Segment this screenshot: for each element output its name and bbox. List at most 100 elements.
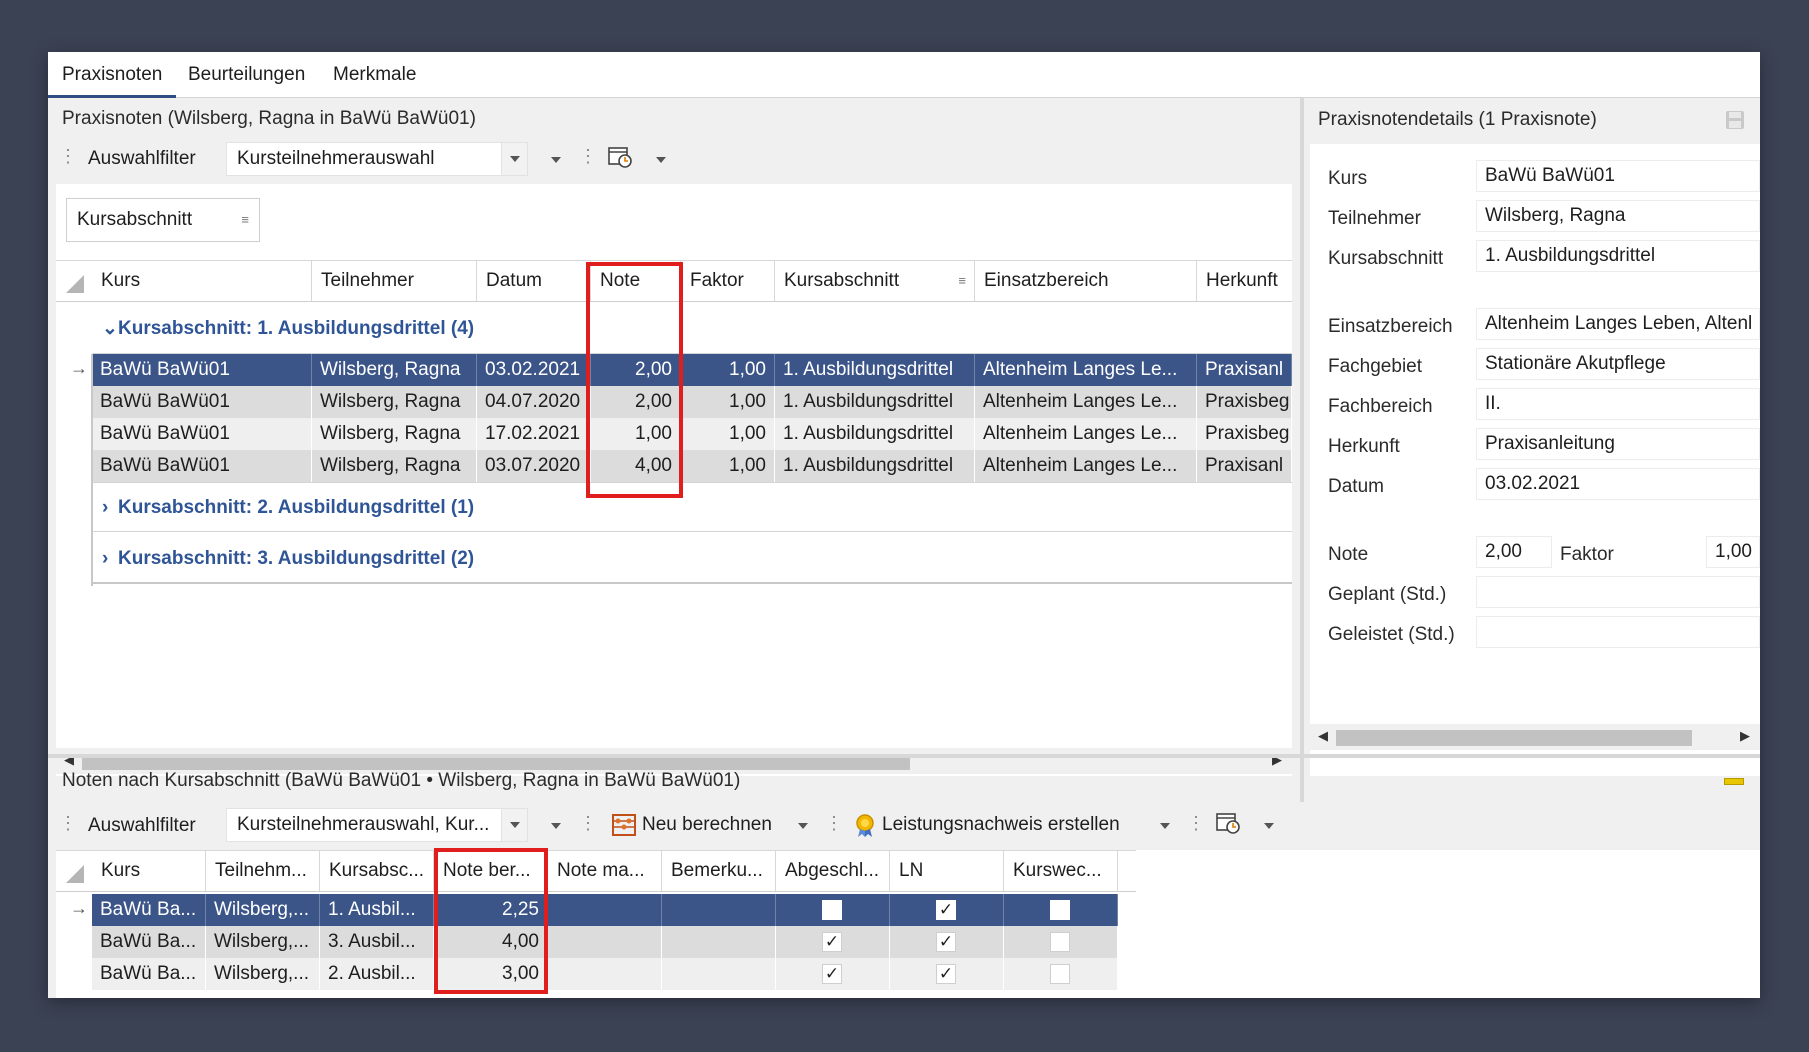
- table-row[interactable]: BaWü Ba... Wilsberg,... 2. Ausbil... 3,0…: [92, 958, 1118, 990]
- panel-splitter[interactable]: [1300, 98, 1304, 802]
- cell-ln: ✓: [890, 894, 1004, 926]
- faktor-field[interactable]: 1,00: [1706, 536, 1760, 568]
- col-header-teilnehmer[interactable]: Teilnehm...: [206, 851, 320, 891]
- cell-abgeschlossen: ✓: [776, 926, 890, 958]
- chevron-down-icon[interactable]: [798, 823, 808, 829]
- tab-praxisnoten[interactable]: Praxisnoten: [48, 52, 177, 98]
- filter-label: Auswahlfilter: [88, 815, 196, 836]
- abgeschlossen-checkbox[interactable]: ✓: [822, 964, 842, 984]
- ln-checkbox[interactable]: ✓: [936, 900, 956, 920]
- col-header-kurs[interactable]: Kurs: [92, 851, 206, 891]
- kurs-field[interactable]: BaWü BaWü01: [1476, 160, 1760, 192]
- col-header-bemerkung[interactable]: Bemerku...: [662, 851, 776, 891]
- table-row[interactable]: BaWü Ba... Wilsberg,... 1. Ausbil... 2,2…: [92, 894, 1118, 926]
- details-form: [1310, 144, 1760, 776]
- group-row-label: Kursabschnitt: 3. Ausbildungsdrittel (2): [118, 548, 475, 569]
- cell-kursabschnitt: 3. Ausbil...: [320, 926, 434, 958]
- layout-settings-icon[interactable]: [608, 146, 634, 170]
- horizontal-splitter[interactable]: [48, 754, 1760, 758]
- save-icon[interactable]: [1725, 110, 1745, 130]
- table-row[interactable]: BaWü BaWü01 Wilsberg, Ragna 03.07.2020 4…: [92, 450, 1292, 482]
- details-horizontal-scrollbar[interactable]: ◀ ▶: [1310, 724, 1760, 750]
- filter-combo-value: Kursteilnehmerauswahl, Kur...: [237, 814, 490, 835]
- grid-corner-icon[interactable]: [66, 275, 84, 293]
- group-row-1[interactable]: ⌄Kursabschnitt: 1. Ausbildungsdrittel (4…: [92, 304, 1292, 354]
- geplant-field[interactable]: [1476, 576, 1760, 608]
- chevron-down-icon[interactable]: ⌄: [92, 304, 118, 354]
- col-header-kurs[interactable]: Kurs: [92, 261, 312, 301]
- col-header-faktor[interactable]: Faktor: [681, 261, 775, 301]
- kursabschnitt-field[interactable]: 1. Ausbildungsdrittel: [1476, 240, 1760, 272]
- group-chip[interactable]: Kursabschnitt ≡: [66, 198, 260, 242]
- cell-note-manuell: [548, 894, 662, 926]
- geleistet-field[interactable]: [1476, 616, 1760, 648]
- scroll-left-icon[interactable]: ◀: [1318, 728, 1328, 744]
- cell-kurs: BaWü Ba...: [92, 958, 206, 990]
- datum-field[interactable]: 03.02.2021: [1476, 468, 1760, 500]
- col-header-kursabschnitt[interactable]: Kursabschnitt ≡: [775, 261, 975, 301]
- einsatzbereich-field[interactable]: Altenheim Langes Leben, Altenl: [1476, 308, 1760, 340]
- fachgebiet-field[interactable]: Stationäre Akutpflege: [1476, 348, 1760, 380]
- group-row-3[interactable]: › Kursabschnitt: 3. Ausbildungsdrittel (2…: [92, 534, 1292, 584]
- note-field[interactable]: 2,00: [1476, 536, 1552, 568]
- scrollbar-thumb[interactable]: [1336, 730, 1692, 746]
- tab-beurteilungen[interactable]: Beurteilungen: [174, 52, 319, 98]
- minimize-icon[interactable]: [1724, 778, 1744, 785]
- table-row[interactable]: BaWü BaWü01 Wilsberg, Ragna 03.02.2021 2…: [92, 354, 1292, 386]
- group-row-2[interactable]: › Kursabschnitt: 2. Ausbildungsdrittel (1…: [92, 482, 1292, 532]
- ln-checkbox[interactable]: ✓: [936, 964, 956, 984]
- col-header-kursabschnitt[interactable]: Kursabsc...: [320, 851, 434, 891]
- herkunft-field[interactable]: Praxisanleitung: [1476, 428, 1760, 460]
- kurswechsel-checkbox[interactable]: [1050, 932, 1070, 952]
- chevron-down-icon[interactable]: [551, 823, 561, 829]
- chevron-down-icon[interactable]: [1264, 823, 1274, 829]
- certificate-icon: [854, 814, 876, 838]
- einsatzbereich-label: Einsatzbereich: [1328, 316, 1453, 337]
- scroll-right-icon[interactable]: ▶: [1740, 728, 1750, 744]
- col-header-note-manuell[interactable]: Note ma...: [548, 851, 662, 891]
- abgeschlossen-checkbox[interactable]: ✓: [822, 932, 842, 952]
- cell-einsatzbereich: Altenheim Langes Le...: [975, 386, 1197, 418]
- filter-combo[interactable]: Kursteilnehmerauswahl, Kur...: [226, 808, 528, 842]
- combo-dropdown-button[interactable]: [501, 143, 527, 175]
- cell-note-manuell: [548, 958, 662, 990]
- col-header-kurswechsel[interactable]: Kurswec...: [1004, 851, 1118, 891]
- col-header-einsatzbereich[interactable]: Einsatzbereich: [975, 261, 1197, 301]
- col-header-herkunft[interactable]: Herkunft: [1197, 261, 1292, 301]
- table-row[interactable]: BaWü BaWü01 Wilsberg, Ragna 17.02.2021 1…: [92, 418, 1292, 450]
- leistungsnachweis-label: Leistungsnachweis erstellen: [882, 814, 1120, 835]
- chevron-right-icon[interactable]: ›: [92, 483, 118, 533]
- app-window: Praxisnoten Beurteilungen Merkmale Praxi…: [48, 52, 1760, 998]
- col-header-teilnehmer[interactable]: Teilnehmer: [312, 261, 477, 301]
- teilnehmer-field[interactable]: Wilsberg, Ragna: [1476, 200, 1760, 232]
- combo-dropdown-button[interactable]: [501, 809, 527, 841]
- chevron-down-icon[interactable]: [656, 157, 666, 163]
- cell-herkunft: Praxisbeg: [1197, 386, 1292, 418]
- cell-kursabschnitt: 1. Ausbildungsdrittel: [775, 450, 975, 482]
- filter-label: Auswahlfilter: [88, 148, 196, 169]
- table-row[interactable]: BaWü Ba... Wilsberg,... 3. Ausbil... 4,0…: [92, 926, 1118, 958]
- col-header-abgeschlossen[interactable]: Abgeschl...: [776, 851, 890, 891]
- kurswechsel-checkbox[interactable]: [1050, 964, 1070, 984]
- ln-checkbox[interactable]: ✓: [936, 932, 956, 952]
- cell-kursabschnitt: 1. Ausbil...: [320, 894, 434, 926]
- chevron-down-icon[interactable]: [1160, 823, 1170, 829]
- col-header-ln[interactable]: LN: [890, 851, 1004, 891]
- table-row[interactable]: BaWü BaWü01 Wilsberg, Ragna 04.07.2020 2…: [92, 386, 1292, 418]
- cell-abgeschlossen: [776, 894, 890, 926]
- chevron-right-icon[interactable]: ›: [92, 534, 118, 584]
- abgeschlossen-checkbox[interactable]: [822, 900, 842, 920]
- tab-merkmale[interactable]: Merkmale: [319, 52, 430, 98]
- cell-ln: ✓: [890, 926, 1004, 958]
- filter-combo[interactable]: Kursteilnehmerauswahl: [226, 142, 528, 176]
- cell-kurs: BaWü Ba...: [92, 894, 206, 926]
- grid-corner-icon[interactable]: [66, 865, 84, 883]
- col-header-datum[interactable]: Datum: [477, 261, 591, 301]
- fachbereich-field[interactable]: II.: [1476, 388, 1760, 420]
- layout-settings-icon[interactable]: [1216, 812, 1242, 836]
- herkunft-label: Herkunft: [1328, 436, 1400, 457]
- chevron-down-icon[interactable]: [551, 157, 561, 163]
- cell-einsatzbereich: Altenheim Langes Le...: [975, 354, 1197, 386]
- cell-note-manuell: [548, 926, 662, 958]
- kurswechsel-checkbox[interactable]: [1050, 900, 1070, 920]
